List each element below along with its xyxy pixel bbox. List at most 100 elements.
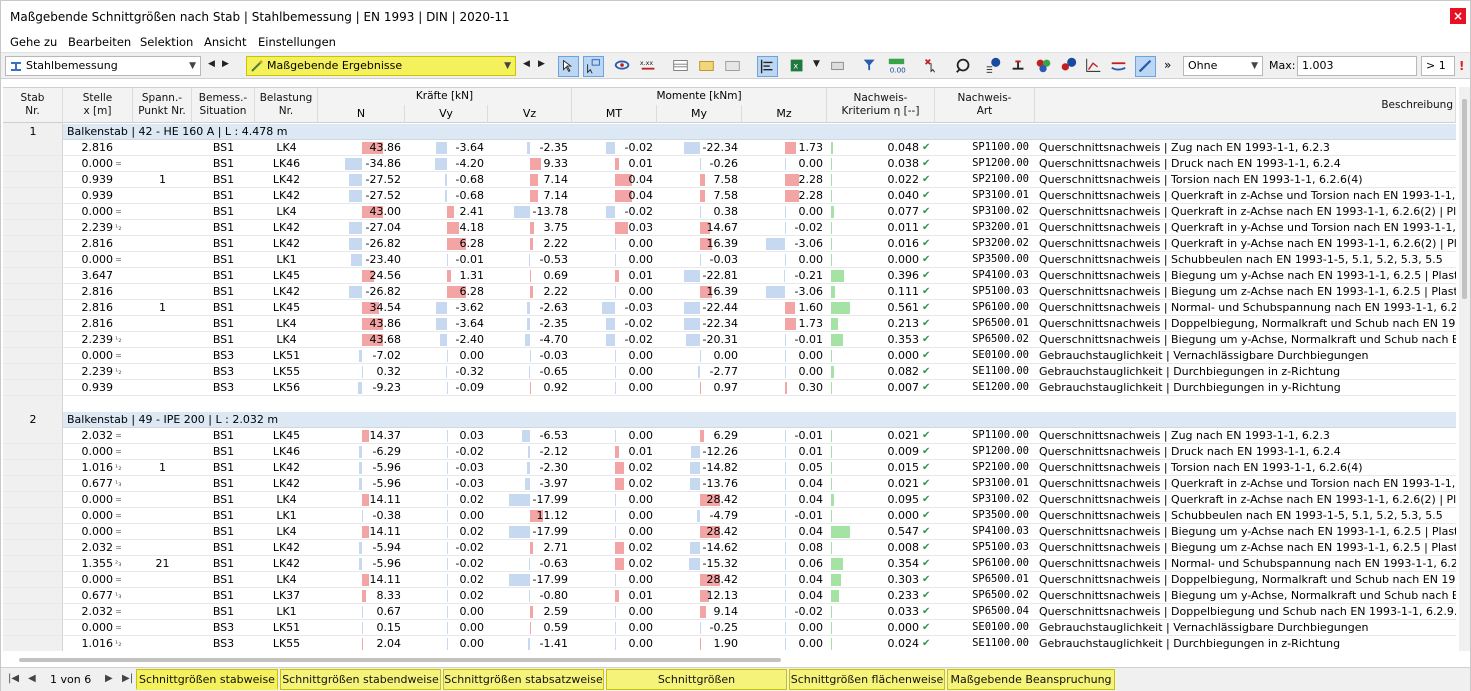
section-header-row[interactable]: Balkenstab | 49 - IPE 200 | L : 2.032 m [63,412,1456,428]
print-settings-icon[interactable] [828,56,849,77]
next-arrow-icon[interactable]: ▶ [222,59,229,69]
decimal-icon[interactable]: 0.00 [887,56,908,77]
table-row[interactable]: 2.032 ≍ BS1 LK1 0.67 0.00 2.59 0.00 9.14 -0.02 0.0… [3,604,1456,620]
chevron-down-icon[interactable]: ▼ [813,59,820,69]
prev-arrow-icon[interactable]: ◀ [523,59,530,69]
number-format-icon[interactable]: x.xx [639,56,660,77]
table-row[interactable]: 0.000 ≍ BS3 LK51 -7.02 0.00 -0.03 0.00 0.00 0.00 0… [3,348,1456,364]
table-row[interactable]: 0.677 ¹₃ BS1 LK37 8.33 0.02 -0.80 0.01 12.13 0.04… [3,588,1456,604]
results-table[interactable]: Stab Nr. Stelle x [m] Spann.- Punkt Nr. … [3,87,1456,651]
table-row[interactable]: 2.239 ¹₂ BS1 LK42 -27.04 4.18 3.75 0.03 14.67 -0.… [3,220,1456,236]
deformation-icon[interactable] [1109,56,1130,77]
max-input[interactable]: 1.003 [1297,56,1417,76]
table-row[interactable]: 0.939 BS3 LK56 -9.23 -0.09 0.92 0.00 0.97 0.30 0.… [3,380,1456,396]
color-balls-icon[interactable] [1034,56,1055,77]
table-row[interactable]: 0.000 ≍ BS1 LK46 -34.86 -4.20 9.33 0.01 -0.26 0.0… [3,156,1456,172]
vertical-scrollbar[interactable] [1459,87,1470,651]
table-row[interactable]: 2.032 ≍ BS1 LK45 14.37 0.03 -6.53 0.00 6.29 -0.01… [3,428,1456,444]
table-row[interactable]: 0.677 ¹₃ BS1 LK42 -5.96 -0.03 -3.97 0.02 -13.76 0… [3,476,1456,492]
info-list-icon[interactable] [984,56,1005,77]
next-arrow-icon[interactable]: ▶ [538,59,545,69]
col-header-spann[interactable]: Spann.- Punkt Nr. [133,88,192,123]
table-row[interactable]: 0.939 1 BS1 LK42 -27.52 -0.68 7.14 0.04 7.58 2.28… [3,172,1456,188]
col-header-belastung[interactable]: Belastung Nr. [255,88,318,123]
toolbar-overflow[interactable]: » [1164,58,1171,72]
table-row[interactable]: 2.816 BS1 LK42 -26.82 6.28 2.22 0.00 16.39 -3.06… [3,284,1456,300]
tab-schnittgroessen-flaechenweise[interactable]: Schnittgrößen flächenweise [789,669,945,690]
col-header-stab[interactable]: Stab Nr. [3,88,63,123]
folder-table-grey-icon[interactable] [723,56,744,77]
diagram-icon[interactable] [1084,56,1105,77]
prev-arrow-icon[interactable]: ◀ [208,59,215,69]
col-header-kriterium[interactable]: Nachweis- Kriterium η [--] [827,88,935,123]
menu-bearbeiten[interactable]: Bearbeiten [68,35,131,49]
select-set-icon[interactable] [583,56,604,77]
tab-schnittgroessen-stabsatzweise[interactable]: Schnittgrößen stabsatzweise [443,669,604,690]
first-page-icon[interactable]: |◀ [8,673,19,684]
view-icon[interactable] [613,56,634,77]
col-header-stelle[interactable]: Stelle x [m] [63,88,133,123]
col-header-mz[interactable]: Mz [742,105,827,123]
gt-one-button[interactable]: > 1 [1421,56,1455,76]
info-balls-icon[interactable] [1059,56,1080,77]
col-header-mt[interactable]: MT [572,105,657,123]
menu-gehe-zu[interactable]: Gehe zu [10,35,57,49]
module-select[interactable]: Stahlbemessung ▼ [5,56,201,76]
filter-select[interactable]: Ohne ▼ [1183,56,1263,76]
table-row[interactable]: 0.000 ≍ BS1 LK4 14.11 0.02 -17.99 0.00 28.42 0.04… [3,524,1456,540]
menu-einstellungen[interactable]: Einstellungen [258,35,336,49]
table-row[interactable]: 0.000 ≍ BS1 LK4 14.11 0.02 -17.99 0.00 28.42 0.04… [3,492,1456,508]
prev-page-icon[interactable]: ◀ [28,673,36,684]
filter-icon[interactable] [861,56,882,77]
spann-punkt-value [133,316,192,332]
tab-schnittgroessen-stabweise[interactable]: Schnittgrößen stabweise [136,669,278,690]
pin-icon[interactable] [1135,56,1156,77]
table-row[interactable]: 2.816 BS1 LK4 43.86 -3.64 -2.35 -0.02 -22.34 1.7… [3,316,1456,332]
col-header-my[interactable]: My [657,105,742,123]
table-row[interactable]: 2.032 ≍ BS1 LK42 -5.94 -0.02 2.71 0.02 -14.62 0.0… [3,540,1456,556]
section-header-row[interactable]: Balkenstab | 42 - HE 160 A | L : 4.478 m [63,124,1456,140]
search-icon[interactable] [954,56,975,77]
last-page-icon[interactable]: ▶| [122,673,133,684]
table-icon[interactable] [671,56,692,77]
menu-selektion[interactable]: Selektion [140,35,193,49]
table-row[interactable]: 0.000 ≍ BS1 LK4 43.00 2.41 -13.78 -0.02 0.38 0.00… [3,204,1456,220]
scrollbar-thumb[interactable] [1462,99,1467,299]
horizontal-scrollbar[interactable] [19,658,781,662]
next-page-icon[interactable]: ▶ [105,673,113,684]
table-row[interactable]: 2.816 BS1 LK42 -26.82 6.28 2.22 0.00 16.39 -3.06… [3,236,1456,252]
table-row[interactable]: 2.239 ¹₂ BS3 LK55 0.32 -0.32 -0.65 0.00 -2.77 0.0… [3,364,1456,380]
col-header-bemess[interactable]: Bemess.- Situation [192,88,255,123]
col-header-n[interactable]: N [318,105,405,123]
deselect-icon[interactable] [922,56,943,77]
table-row[interactable]: 0.000 ≍ BS1 LK1 -23.40 -0.01 -0.53 0.00 -0.03 0.0… [3,252,1456,268]
col-header-beschreibung[interactable]: Beschreibung [1035,88,1456,123]
table-row[interactable]: 0.939 BS1 LK42 -27.52 -0.68 7.14 0.04 7.58 2.28 0… [3,188,1456,204]
table-row[interactable]: 0.000 ≍ BS1 LK4 14.11 0.02 -17.99 0.00 28.42 0.04… [3,572,1456,588]
align-icon[interactable] [757,56,778,77]
table-row[interactable]: 1.355 ²₃ 21 BS1 LK42 -5.96 -0.02 -0.63 0.02 -15.3… [3,556,1456,572]
mz-value: 0.00 [798,253,824,266]
tab-massgebende-beanspruchung[interactable]: Maßgebende Beanspruchung [947,669,1115,690]
table-row[interactable]: 3.647 BS1 LK45 24.56 1.31 0.69 0.01 -22.81 -0.21… [3,268,1456,284]
tab-schnittgroessen-stabendweise[interactable]: Schnittgrößen stabendweise [280,669,441,690]
table-row[interactable]: 1.016 ¹₂ BS3 LK55 2.04 0.00 -1.41 0.00 1.90 0.00 0… [3,636,1456,651]
close-button[interactable]: × [1450,8,1466,24]
col-header-vy[interactable]: Vy [405,105,488,123]
table-row[interactable]: 2.239 ¹₂ BS1 LK4 43.68 -2.40 -4.70 -0.02 -20.31 -… [3,332,1456,348]
select-member-icon[interactable] [558,56,579,77]
table-row[interactable]: 2.816 1 BS1 LK45 34.54 -3.62 -2.63 -0.03 -22.44 1… [3,300,1456,316]
col-header-art[interactable]: Nachweis- Art [935,88,1035,123]
col-header-vz[interactable]: Vz [488,105,572,123]
table-row[interactable]: 1.016 ¹₂ 1 BS1 LK42 -5.96 -0.03 -2.30 0.02 -14.82… [3,460,1456,476]
tab-schnittgroessen-stabsatzendweise[interactable]: Schnittgrößen stabsatzendweise [606,669,787,690]
folder-table-icon[interactable] [697,56,718,77]
result-select[interactable]: Maßgebende Ergebnisse ▼ [246,56,516,76]
support-icon[interactable] [1009,56,1030,77]
table-row[interactable]: 0.000 ≍ BS1 LK1 -0.38 0.00 11.12 0.00 -4.79 -0.01… [3,508,1456,524]
table-row[interactable]: 0.000 ≍ BS3 LK51 0.15 0.00 0.59 0.00 -0.25 0.00 0.… [3,620,1456,636]
table-row[interactable]: 0.000 ≍ BS1 LK46 -6.29 -0.02 -2.12 0.01 -12.26 0.… [3,444,1456,460]
menu-ansicht[interactable]: Ansicht [204,35,246,49]
table-row[interactable]: 2.816 BS1 LK4 43.86 -3.64 -2.35 -0.02 -22.34 1.7… [3,140,1456,156]
excel-export-icon[interactable]: x [788,56,809,77]
